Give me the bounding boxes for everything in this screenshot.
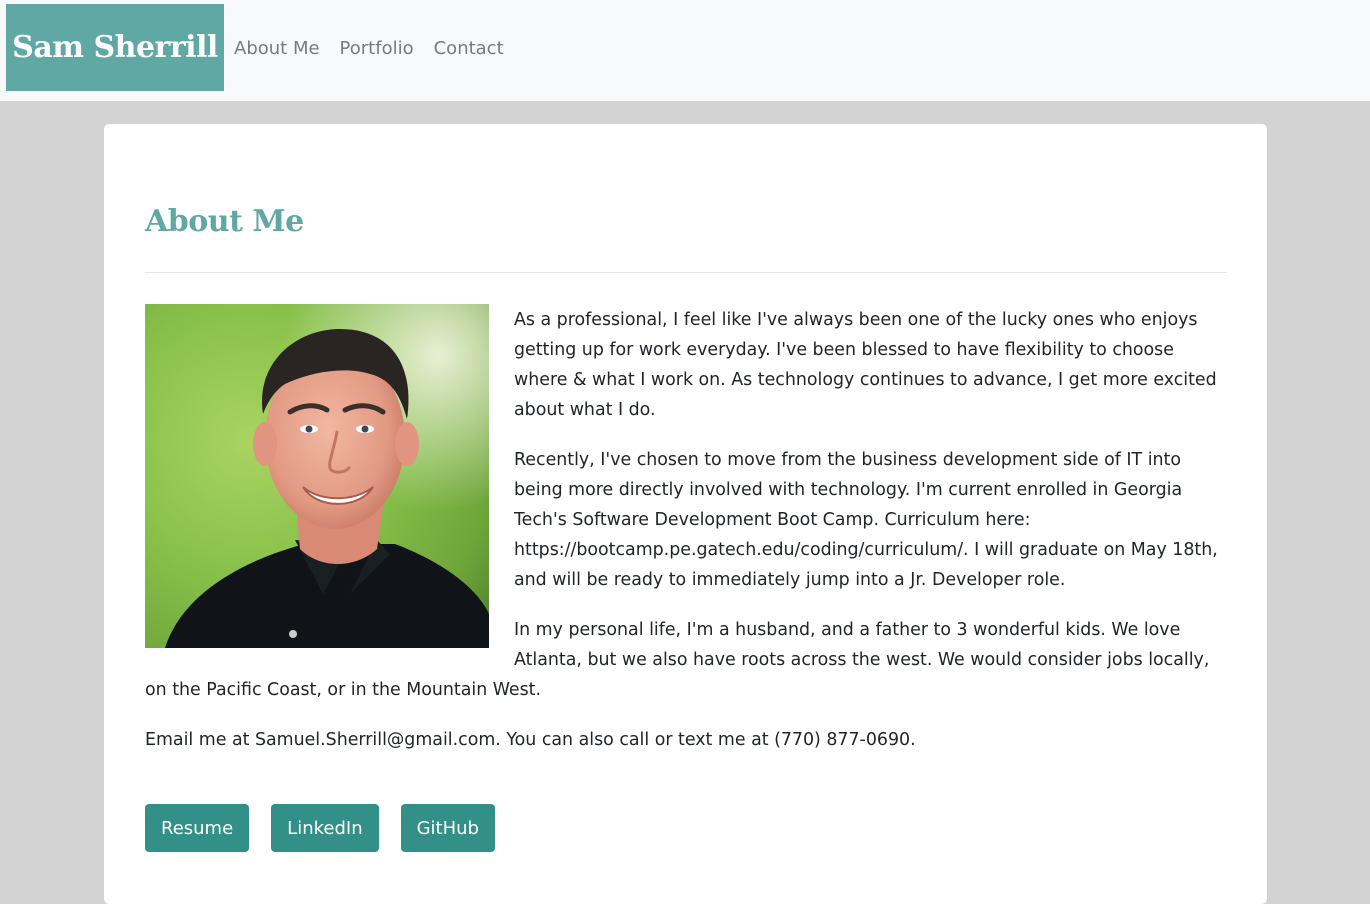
resume-button[interactable]: Resume <box>145 804 250 852</box>
github-button[interactable]: GitHub <box>400 804 495 852</box>
profile-photo <box>145 304 489 648</box>
linkedin-button[interactable]: LinkedIn <box>271 804 379 852</box>
nav-link-portfolio[interactable]: Portfolio <box>330 38 424 59</box>
navbar: Sam Sherrill About Me Portfolio Contact <box>0 0 1370 101</box>
about-content: As a professional, I feel like I've alwa… <box>145 304 1227 775</box>
about-card: About Me As a professional, I feel like … <box>104 124 1267 904</box>
brand-logo[interactable]: Sam Sherrill <box>6 4 224 91</box>
nav-links: About Me Portfolio Contact <box>224 32 514 64</box>
contact-paragraph: Email me at Samuel.Sherrill@gmail.com. Y… <box>145 730 916 750</box>
page-title: About Me <box>145 204 304 239</box>
nav-link-contact[interactable]: Contact <box>424 38 514 59</box>
nav-link-about-me[interactable]: About Me <box>224 38 330 59</box>
divider <box>145 272 1227 273</box>
link-buttons: Resume LinkedIn GitHub <box>145 804 495 852</box>
